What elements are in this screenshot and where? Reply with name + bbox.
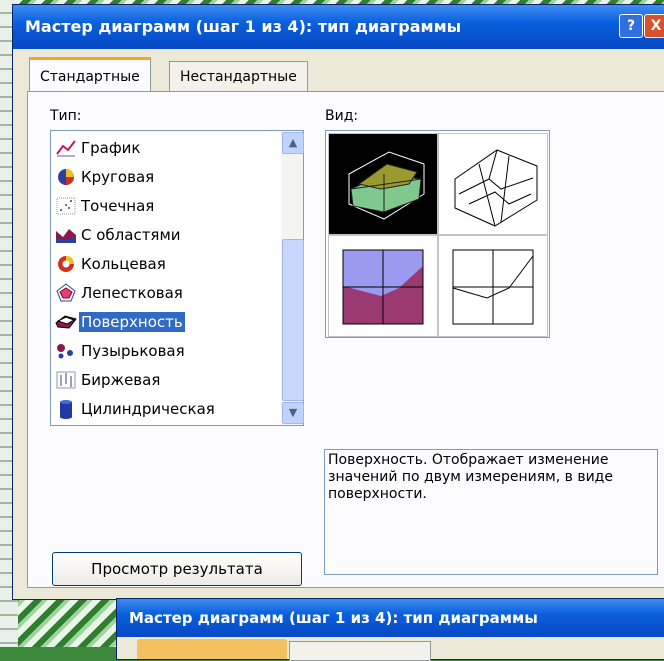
duplicate-dialog-title: Мастер диаграмм (шаг 1 из 4): тип диагра… xyxy=(129,609,538,627)
subtype-contour-wireframe[interactable] xyxy=(438,235,548,337)
chart-type-item[interactable]: Точечная xyxy=(55,191,277,219)
scroll-up-button[interactable]: ▲ xyxy=(282,132,304,154)
cylinder-chart-icon xyxy=(55,399,77,419)
radar-chart-icon xyxy=(55,282,77,303)
subtype-contour[interactable] xyxy=(328,235,438,337)
chart-type-label: С областями xyxy=(81,225,181,244)
chart-type-item[interactable]: Лепестковая xyxy=(55,278,277,306)
chart-description: Поверхность. Отображает изменение значен… xyxy=(324,449,658,575)
tab-standard-label: Стандартные xyxy=(40,69,140,85)
chart-wizard-dialog: Мастер диаграмм (шаг 1 из 4): тип диагра… xyxy=(12,4,664,600)
duplicate-chart-wizard-dialog: Мастер диаграмм (шаг 1 из 4): тип диагра… xyxy=(116,598,664,661)
chart-type-label: Круговая xyxy=(81,167,155,186)
chart-type-label: Пузырьковая xyxy=(81,341,185,360)
dialog-titlebar[interactable]: Мастер диаграмм (шаг 1 из 4): тип диагра… xyxy=(13,5,664,49)
type-label: Тип: xyxy=(50,108,82,124)
contour-icon xyxy=(342,249,424,325)
chart-type-label: Биржевая xyxy=(81,370,161,389)
chart-type-item[interactable]: Пузырьковая xyxy=(55,336,277,364)
scroll-thumb[interactable] xyxy=(282,239,304,401)
chart-type-label: Лепестковая xyxy=(81,283,183,302)
list-scrollbar[interactable]: ▲ ▼ xyxy=(281,131,304,425)
dialog-title: Мастер диаграмм (шаг 1 из 4): тип диагра… xyxy=(25,17,462,36)
chart-type-item[interactable]: График xyxy=(55,133,277,161)
wireframe-3d-icon xyxy=(454,149,538,227)
tab-panel: Тип: Вид: Цилиндрическая Биржевая Пузырько… xyxy=(27,91,664,588)
tab-custom-label: Нестандартные xyxy=(180,69,297,85)
subtype-gallery xyxy=(325,130,550,338)
chart-type-label: Цилиндрическая xyxy=(81,399,215,418)
duplicate-tab-active[interactable] xyxy=(137,639,287,659)
pie-chart-icon xyxy=(55,167,77,187)
scatter-chart-icon xyxy=(55,196,77,216)
chart-type-item[interactable]: Цилиндрическая xyxy=(55,394,277,422)
line-chart-icon xyxy=(55,138,77,158)
tab-custom[interactable]: Нестандартные xyxy=(169,61,308,92)
stock-chart-icon xyxy=(55,370,77,390)
scroll-down-button[interactable]: ▼ xyxy=(282,402,304,424)
area-chart-icon xyxy=(55,225,77,245)
chart-type-label: Кольцевая xyxy=(81,254,166,273)
contour-wireframe-icon xyxy=(452,249,534,325)
subtype-3d-surface[interactable] xyxy=(328,133,438,235)
surface-3d-icon xyxy=(348,151,425,220)
subtype-3d-wireframe[interactable] xyxy=(438,133,548,235)
chart-type-item[interactable]: С областями xyxy=(55,220,277,248)
chart-type-label: График xyxy=(81,138,141,157)
doughnut-chart-icon xyxy=(55,254,77,274)
duplicate-tab-inactive[interactable] xyxy=(289,641,431,661)
chart-type-item[interactable]: Поверхность xyxy=(55,307,277,335)
chart-type-list[interactable]: Цилиндрическая Биржевая Пузырьковая Поверхн… xyxy=(50,130,304,426)
bubble-chart-icon xyxy=(55,341,77,361)
duplicate-dialog-titlebar[interactable]: Мастер диаграмм (шаг 1 из 4): тип диагра… xyxy=(117,599,664,637)
view-label: Вид: xyxy=(325,108,359,124)
chart-type-item[interactable]: Биржевая xyxy=(55,365,277,393)
chart-type-label: Поверхность xyxy=(78,310,186,333)
chart-type-item[interactable]: Круговая xyxy=(55,162,277,190)
chart-type-item[interactable]: Кольцевая xyxy=(55,249,277,277)
surface-chart-icon xyxy=(55,312,77,332)
help-button[interactable]: ? xyxy=(619,14,643,38)
preview-result-button[interactable]: Просмотр результата xyxy=(52,552,302,586)
chart-type-label: Точечная xyxy=(81,196,155,215)
close-button[interactable]: X xyxy=(644,14,664,38)
